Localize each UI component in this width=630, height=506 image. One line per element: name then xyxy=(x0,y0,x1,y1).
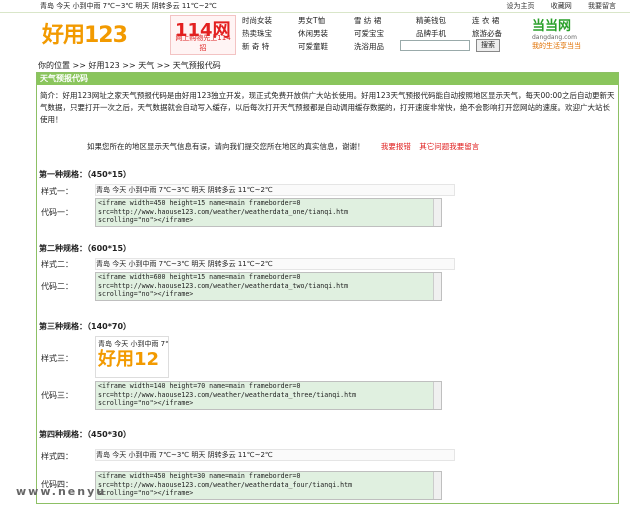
weather-preview: 青岛 今天 小到中雨 7℃~3℃ 明天 阴转多云 11℃~2℃ xyxy=(95,449,455,461)
notice-text: 如果您所在的地区显示天气信息有误，请向我们提交您所在地区的真实信息，谢谢！ xyxy=(87,142,365,151)
report-error-link[interactable]: 我要报错 xyxy=(381,142,411,151)
style-label: 样式三： xyxy=(41,354,73,363)
message-link[interactable]: 我要留言 xyxy=(588,2,616,10)
nav-link[interactable]: 洗浴用品 xyxy=(354,41,384,52)
nav-link[interactable]: 旅游必备 xyxy=(472,28,502,39)
preview-logo: 好用12 xyxy=(98,349,160,370)
breadcrumb: 你的位置 >> 好用123 >> 天气 >> 天气预报代码 xyxy=(38,61,221,70)
watermark: www.nenyu xyxy=(16,485,107,498)
favorite-link[interactable]: 收藏网 xyxy=(551,2,572,10)
ad-dangdang-domain: dangdang.com xyxy=(532,34,577,41)
nav-link[interactable]: 雪 纺 裙 xyxy=(354,15,381,26)
ad-dangdang-slogan: 我的生活享当当 xyxy=(532,42,581,50)
nav-link[interactable]: 可爱童鞋 xyxy=(298,41,328,52)
nav-link[interactable]: 男女T恤 xyxy=(298,15,325,26)
code-textarea[interactable]: <iframe width=140 height=70 name=main fr… xyxy=(95,381,442,410)
code-label: 代码一： xyxy=(41,208,73,217)
code-textarea[interactable]: <iframe width=450 height=30 name=main fr… xyxy=(95,471,442,500)
section-title: 天气预报代码 xyxy=(37,73,618,85)
nav-link[interactable]: 时尚女装 xyxy=(242,15,272,26)
nav-link[interactable]: 连 衣 裙 xyxy=(472,15,499,26)
style-label: 样式四： xyxy=(41,452,73,461)
ad-dangdang-logo: 当当网 xyxy=(532,19,572,34)
notice-line: 如果您所在的地区显示天气信息有误，请向我们提交您所在地区的真实信息，谢谢！ 我要… xyxy=(87,141,479,152)
weather-preview: 青岛 今天 小到中雨 7℃~3℃ 明天 阴转多云 11℃~2℃ xyxy=(95,258,455,270)
spec-title: 第四种规格：（450*30） xyxy=(39,430,132,439)
code-textarea[interactable]: <iframe width=600 height=15 name=main fr… xyxy=(95,272,442,301)
style-label: 样式一： xyxy=(41,187,73,196)
nav-link[interactable]: 新 奇 特 xyxy=(242,41,269,52)
top-bar: 青岛 今天 小到中雨 7℃~3℃ 明天 阴转多云 11℃~2℃ 设为主页 收藏网… xyxy=(0,0,630,13)
weather-preview-box: 青岛 今天 小到中雨 7℃~3℃ 好用12 xyxy=(95,336,169,378)
code-textarea[interactable]: <iframe width=450 height=15 name=main fr… xyxy=(95,198,442,227)
nav-link[interactable]: 休闲男装 xyxy=(298,28,328,39)
code-label: 代码二： xyxy=(41,282,73,291)
set-homepage-link[interactable]: 设为主页 xyxy=(507,2,535,10)
style-label: 样式二： xyxy=(41,260,73,269)
nav-link[interactable]: 热卖珠宝 xyxy=(242,28,272,39)
spec-title: 第二种规格：（600*15） xyxy=(39,244,132,253)
code-label: 代码三： xyxy=(41,391,73,400)
ad-dangdang-banner[interactable]: 当当网 dangdang.com 我的生活享当当 xyxy=(532,15,584,53)
ad-114-slogan: 网上购物先上114 招 xyxy=(175,34,231,52)
nav-link[interactable]: 品牌手机 xyxy=(416,28,446,39)
spec-title: 第一种规格：（450*15） xyxy=(39,170,132,179)
nav-link[interactable]: 精美钱包 xyxy=(416,15,446,26)
search-button[interactable]: 搜索 xyxy=(476,39,500,52)
spec-title: 第三种规格：（140*70） xyxy=(39,322,132,331)
nav-link[interactable]: 可爱宝宝 xyxy=(354,28,384,39)
site-header: 好用123 114网 网上购物先上114 招 时尚女装 男女T恤 雪 纺 裙 精… xyxy=(0,13,630,58)
site-logo[interactable]: 好用123 xyxy=(42,17,128,49)
weather-preview: 青岛 今天 小到中雨 7℃~3℃ 明天 阴转多云 11℃~2℃ xyxy=(95,184,455,196)
intro-text: 简介：好用123网址之家天气预报代码是由好用123独立开发，现正式免费开放供广大… xyxy=(40,91,615,124)
ad-114-banner[interactable]: 114网 网上购物先上114 招 xyxy=(170,15,236,55)
other-question-link[interactable]: 其它问题我要留言 xyxy=(419,142,479,151)
search-input[interactable] xyxy=(400,40,470,51)
weather-strip: 青岛 今天 小到中雨 7℃~3℃ 明天 阴转多云 11℃~2℃ xyxy=(40,2,217,10)
top-links: 设为主页 收藏网 我要留言 xyxy=(493,1,616,11)
main-content: 天气预报代码 简介：好用123网址之家天气预报代码是由好用123独立开发，现正式… xyxy=(36,72,619,504)
